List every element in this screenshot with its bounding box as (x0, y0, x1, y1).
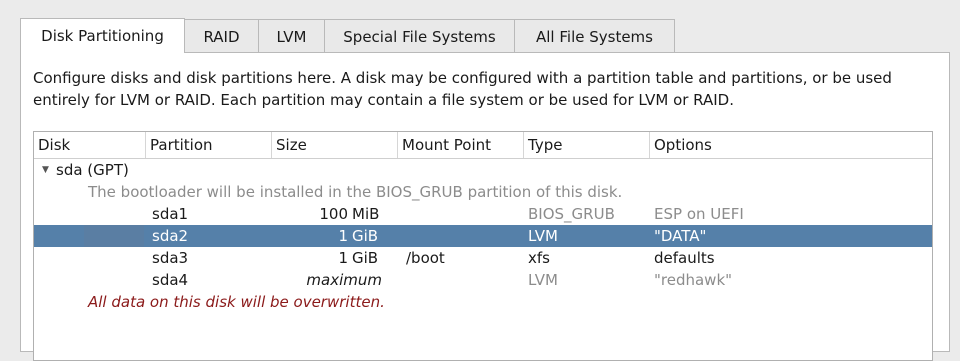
partition-size-maximum: maximum (306, 271, 382, 289)
partition-size-unit: GiB (352, 227, 379, 245)
disk-row[interactable]: ▼ sda (GPT) (34, 159, 932, 181)
partition-row-selected[interactable]: sda2 1 GiB LVM "DATA" (34, 225, 932, 247)
partition-options: "DATA" (654, 227, 707, 245)
partition-name: sda2 (152, 227, 189, 245)
partition-size-number: 1 (338, 227, 348, 245)
disk-partitioning-panel: Configure disks and disk partitions here… (20, 52, 950, 361)
partition-name: sda4 (152, 271, 189, 289)
partition-size-unit: MiB (352, 205, 380, 223)
partition-row[interactable]: sda4 maximum LVM "redhawk" (34, 269, 932, 291)
description-text: Configure disks and disk partitions here… (33, 69, 892, 109)
tab-raid[interactable]: RAID (185, 19, 259, 53)
tab-bar: Disk Partitioning RAID LVM Special File … (20, 18, 675, 53)
column-header-type[interactable]: Type (524, 132, 650, 158)
overwrite-warning: All data on this disk will be overwritte… (88, 293, 385, 311)
tab-all-file-systems[interactable]: All File Systems (515, 19, 675, 53)
disk-label: sda (GPT) (56, 161, 129, 179)
selection-cell (84, 225, 144, 247)
partition-row[interactable]: sda3 1 GiB /boot xfs defaults (34, 247, 932, 269)
partition-size-number: 100 (319, 205, 348, 223)
bootloader-note: The bootloader will be installed in the … (88, 183, 623, 201)
partition-type: LVM (528, 227, 558, 245)
table-header: Disk Partition Size Mount Point Type Opt… (34, 132, 932, 159)
tab-disk-partitioning[interactable]: Disk Partitioning (20, 18, 185, 53)
column-header-partition[interactable]: Partition (146, 132, 272, 158)
partition-size-unit: GiB (352, 249, 379, 267)
partition-type: LVM (528, 271, 558, 289)
bootloader-note-row: The bootloader will be installed in the … (34, 181, 932, 203)
column-header-size[interactable]: Size (272, 132, 398, 158)
partition-name: sda1 (152, 205, 189, 223)
warning-row: All data on this disk will be overwritte… (34, 291, 932, 313)
partition-options: ESP on UEFI (654, 205, 744, 223)
partition-row[interactable]: sda1 100 MiB BIOS_GRUB ESP on UEFI (34, 203, 932, 225)
column-header-mount-point[interactable]: Mount Point (398, 132, 524, 158)
partition-name: sda3 (152, 249, 189, 267)
triangle-down-icon[interactable]: ▼ (42, 159, 54, 181)
partition-table[interactable]: Disk Partition Size Mount Point Type Opt… (33, 131, 933, 361)
partition-type: BIOS_GRUB (528, 205, 615, 223)
partition-size-number: 1 (338, 249, 348, 267)
tab-lvm[interactable]: LVM (259, 19, 325, 53)
partition-mount-point: /boot (406, 249, 445, 267)
partition-options: defaults (654, 249, 715, 267)
partition-type: xfs (528, 249, 550, 267)
partition-options: "redhawk" (654, 271, 733, 289)
column-header-disk[interactable]: Disk (34, 132, 146, 158)
column-header-options[interactable]: Options (650, 132, 932, 158)
tab-special-file-systems[interactable]: Special File Systems (325, 19, 515, 53)
